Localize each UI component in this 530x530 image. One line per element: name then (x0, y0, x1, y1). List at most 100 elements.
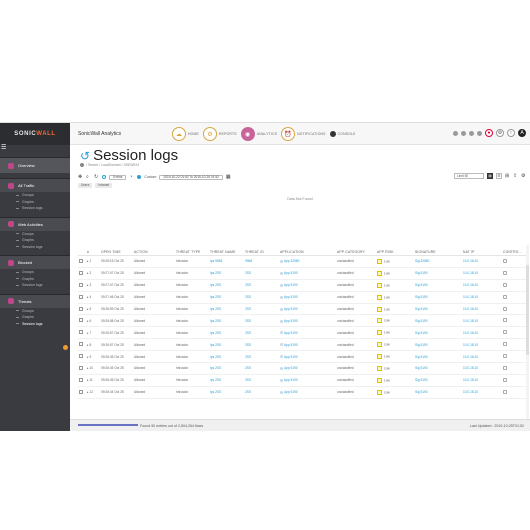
cell-nat-ip[interactable]: 10.0.18.10 (462, 283, 502, 287)
refresh-icon[interactable]: ↻ (94, 174, 99, 180)
control-icon[interactable] (503, 306, 507, 311)
cell-nat-ip[interactable]: 10.0.18.10 (462, 307, 502, 311)
cell-signature[interactable]: Sig 5190 (414, 271, 462, 275)
cell-signature[interactable]: Sig 5190 (414, 378, 462, 382)
cell-application[interactable]: App 5190 (284, 319, 298, 323)
status-dot-icon[interactable] (477, 130, 482, 136)
cell-nat-ip[interactable]: 10.0.18.10 (462, 259, 502, 263)
date-range-input[interactable]: 2019-10-22 01:52 To 2019-10-25 01:52 (159, 174, 223, 180)
cell-application[interactable]: App 5190 (284, 343, 298, 347)
cell-signature[interactable]: Sig 5190 (414, 307, 462, 311)
row-checkbox[interactable] (79, 354, 83, 359)
column-header[interactable]: APP RISK (376, 250, 414, 254)
table-row[interactable]: ▸ 9 09:26:45 Oct 25 Allowed Intrusion Ips 2S… (78, 351, 526, 364)
table-row[interactable]: ▸ 11 09:26:45 Oct 25 Allowed Intrusion Ips 2… (78, 375, 526, 387)
table-row[interactable]: ▸ 1 09:28:15 Oct 25 Allowed Intrusion Ips 99… (78, 256, 526, 268)
cell-signature[interactable]: Sig 5190 (414, 283, 462, 287)
cell-application[interactable]: App 5190 (284, 307, 298, 311)
table-row[interactable]: ▸ 7 09:26:57 Oct 25 Allowed Intrusion Ips 2S… (78, 327, 526, 340)
control-icon[interactable] (503, 354, 507, 359)
cell-threat-id[interactable]: 2SS (244, 378, 279, 382)
cell-signature[interactable]: Sig 5190 (414, 366, 462, 370)
column-header[interactable]: CONTRO... (502, 250, 526, 254)
column-header[interactable]: SIGNATURE (414, 250, 462, 254)
column-header[interactable]: THREAT ID (244, 250, 279, 254)
alert-icon[interactable]: ● (485, 129, 493, 137)
cell-signature[interactable]: Sig 5190 (414, 390, 462, 394)
column-header[interactable]: NAT IP (462, 250, 502, 254)
calendar-icon[interactable]: ▦ (226, 174, 231, 180)
cell-application[interactable]: App 32580 (284, 259, 299, 263)
table-row[interactable]: ▸ 4 09:27:46 Oct 25 Allowed Intrusion Ips 2S… (78, 292, 526, 304)
move-icon[interactable]: ✥ (78, 174, 83, 180)
sidebar-section-threats[interactable]: Threats (0, 293, 70, 308)
cell-signature[interactable]: Sig 5190 (414, 295, 462, 299)
row-checkbox[interactable] (79, 365, 83, 370)
cell-application[interactable]: App 5190 (284, 331, 298, 335)
filter-chip-intranet[interactable]: Intranet (95, 183, 113, 188)
cell-nat-ip[interactable]: 10.0.18.10 (462, 390, 502, 394)
cell-application[interactable]: App 5190 (284, 283, 298, 287)
row-checkbox[interactable] (79, 258, 83, 263)
status-dot-icon[interactable] (453, 130, 458, 136)
cell-signature[interactable]: Sig 5190 (414, 319, 462, 323)
cell-threat-id[interactable]: 2SS (244, 307, 279, 311)
cell-application[interactable]: App 5190 (284, 355, 298, 359)
nav-reports[interactable]: ⚙ REPORTS (202, 126, 237, 142)
table-row[interactable]: ▸ 5 09:26:59 Oct 25 Allowed Intrusion Ips 2S… (78, 304, 526, 316)
sidebar-section-all-traffic[interactable]: All Traffic (0, 178, 70, 192)
cell-nat-ip[interactable]: 10.0.18.10 (462, 366, 502, 370)
cell-application[interactable]: App 5190 (284, 271, 298, 275)
cell-threat-name[interactable]: Ips 2SS (209, 295, 244, 299)
cell-threat-id[interactable]: 2SS (244, 295, 279, 299)
row-checkbox[interactable] (79, 330, 83, 335)
cell-threat-id[interactable]: 2SS (244, 283, 279, 287)
settings-icon[interactable]: ⚙ (521, 173, 526, 179)
row-checkbox[interactable] (79, 318, 83, 323)
row-checkbox[interactable] (79, 377, 83, 382)
cell-threat-id[interactable]: 2SS (244, 271, 279, 275)
control-icon[interactable] (503, 330, 507, 335)
cell-application[interactable]: App 5190 (284, 295, 298, 299)
sidebar-section-web-activities[interactable]: Web Activities (0, 216, 70, 231)
nav-notifications[interactable]: ⏰ NOTIFICATIONS (281, 126, 326, 142)
home-icon[interactable] (80, 163, 84, 167)
export-icon[interactable]: ⇪ (513, 173, 518, 179)
cell-threat-name[interactable]: Ips 2SS (209, 390, 244, 394)
cell-nat-ip[interactable]: 10.0.18.10 (462, 355, 502, 359)
cell-threat-name[interactable]: Ips 2SS (209, 355, 244, 359)
cell-application[interactable]: App 5190 (284, 390, 298, 394)
cell-threat-id[interactable]: 2SS (244, 390, 279, 394)
nav-console[interactable]: CONSOLE (329, 126, 356, 142)
cell-nat-ip[interactable]: 10.0.18.10 (462, 378, 502, 382)
control-icon[interactable] (503, 365, 507, 370)
column-header[interactable]: APPLICATION (279, 250, 336, 254)
cell-threat-name[interactable]: Ips 2SS (209, 343, 244, 347)
cell-nat-ip[interactable]: 10.0.18.10 (462, 331, 502, 335)
back-arrow-icon[interactable]: ↺ (80, 150, 90, 162)
vertical-scrollbar[interactable] (526, 245, 529, 427)
cell-threat-id[interactable]: 2SS (244, 331, 279, 335)
control-icon[interactable] (503, 282, 507, 287)
column-header[interactable]: ACTION (133, 250, 175, 254)
control-icon[interactable] (503, 318, 507, 323)
cell-application[interactable]: App 5190 (284, 378, 298, 382)
cell-threat-id[interactable]: 2SS (244, 366, 279, 370)
nav-home[interactable]: ☁ HOME (172, 126, 199, 142)
cell-threat-name[interactable]: Ips 2SS (209, 366, 244, 370)
cell-threat-id[interactable]: 9968 (244, 259, 279, 263)
cell-threat-id[interactable]: 2SS (244, 355, 279, 359)
bulb-icon[interactable]: ♀ (507, 129, 515, 137)
cell-threat-id[interactable]: 2SS (244, 319, 279, 323)
table-row[interactable]: ▸ 12 09:26:44 Oct 25 Allowed Intrusion Ips 2… (78, 387, 526, 399)
table-row[interactable]: ▸ 8 09:26:57 Oct 25 Allowed Intrusion Ips 2S… (78, 339, 526, 352)
cell-threat-name[interactable]: Ips 2SS (209, 283, 244, 287)
column-header[interactable]: APP CATEGORY (336, 250, 376, 254)
control-icon[interactable] (503, 258, 507, 263)
time-select[interactable]: 5 mins (109, 174, 127, 180)
cell-signature[interactable]: Sig 5190 (414, 355, 462, 359)
cell-signature[interactable]: Sig 32580 (414, 259, 462, 263)
time-radio[interactable] (102, 175, 106, 179)
cell-nat-ip[interactable]: 10.0.18.10 (462, 343, 502, 347)
row-checkbox[interactable] (79, 342, 83, 347)
